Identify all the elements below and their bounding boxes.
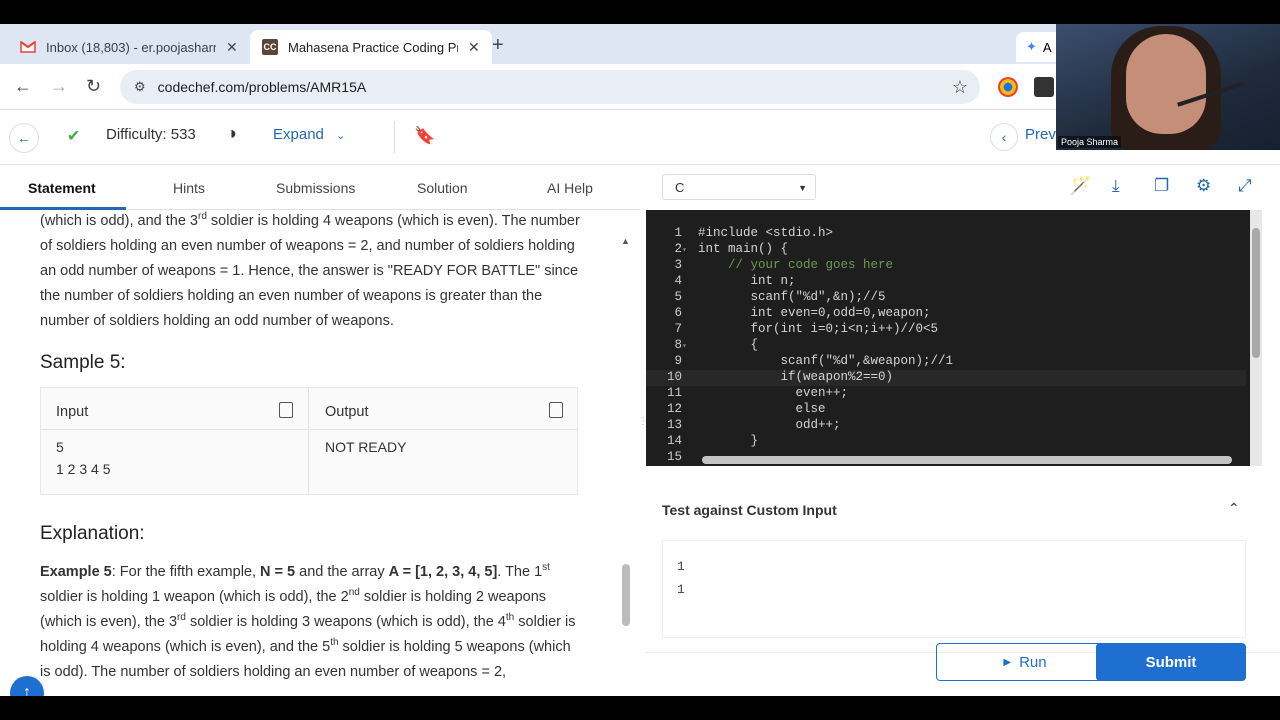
code-line: 1 #include <stdio.h> (674, 226, 834, 240)
statement-content: (which is odd), and the 3rd soldier is h… (40, 210, 580, 685)
custom-input-title: Test against Custom Input (662, 502, 837, 518)
code-line: 11 even++; (666, 386, 849, 400)
bottom-black-bar (0, 696, 1280, 720)
back-arrow-icon[interactable]: ← (14, 76, 32, 97)
code-line: 5 scanf("%d",&n);//5 (674, 290, 886, 304)
new-tab-icon[interactable]: + (492, 34, 504, 57)
chevron-down-icon: ⌄ (336, 130, 346, 142)
scroll-to-top-button[interactable]: ↑ (10, 676, 44, 696)
play-icon: ▶ (1003, 656, 1012, 668)
tab-solution[interactable]: Solution (417, 180, 468, 196)
code-line: 12 else (666, 402, 826, 416)
scroll-up-arrow[interactable]: ▲ (621, 236, 630, 246)
arrow-up-icon: ↑ (23, 684, 31, 696)
cc-icon: CC (262, 39, 278, 55)
address-bar[interactable]: ⚙ codechef.com/problems/AMR15A ☆ (120, 70, 980, 104)
settings-gear-icon[interactable]: ⚙ (1196, 176, 1211, 196)
webcam-overlay: Pooja Sharma (1056, 24, 1280, 150)
tab-title: Mahasena Practice Coding Prob (288, 39, 458, 55)
chevron-up-icon[interactable]: ⌃ (1228, 500, 1240, 517)
code-line: 4 int n; (674, 274, 796, 288)
code-line: 7 for(int i=0;i<n;i++)//0<5 (674, 322, 939, 336)
browser-tab-codechef[interactable]: CC Mahasena Practice Coding Prob ✕ (250, 30, 492, 64)
check-icon: ✔ (67, 128, 81, 145)
code-line: 9 scanf("%d",&weapon);//1 (674, 354, 954, 368)
code-line: 13 odd++; (666, 418, 841, 432)
expand-button[interactable]: Expand ⌄ (273, 126, 345, 143)
gmail-icon (20, 39, 36, 55)
expand-label: Expand (273, 126, 324, 143)
tab-title: Inbox (18,803) - er.poojasharma (46, 39, 216, 55)
sample-output-col: Output NOT READY (310, 388, 578, 494)
difficulty-label: Difficulty: 533 (106, 126, 196, 143)
editor-vertical-scrollbar[interactable] (1250, 210, 1262, 466)
explanation-paragraph: Example 5: For the fifth example, N = 5 … (40, 562, 576, 680)
magic-wand-icon[interactable]: 🪄 (1070, 176, 1091, 196)
top-black-bar (0, 0, 1280, 24)
tab-submissions[interactable]: Submissions (276, 180, 355, 196)
sample-input-col: Input 5 1 2 3 4 5 (41, 388, 309, 494)
forward-arrow-icon[interactable]: → (50, 76, 68, 97)
presenter-name: Pooja Sharma (1058, 136, 1122, 148)
copy-icon[interactable] (279, 402, 293, 418)
submit-button[interactable]: Submit (1096, 643, 1246, 681)
language-value: C (675, 180, 685, 195)
language-select[interactable]: C ▼ (662, 174, 816, 200)
chevron-left-icon[interactable]: ‹ (990, 123, 1018, 151)
browser-tab-gmail[interactable]: Inbox (18,803) - er.poojasharma ✕ (8, 30, 250, 64)
theme-toggle-icon[interactable]: ◑ (226, 123, 237, 144)
code-line: 14 } (666, 434, 759, 448)
code-line: 3 // your code goes here (674, 258, 894, 272)
horizontal-scrollbar[interactable] (702, 456, 1232, 464)
custom-input-field[interactable]: 1 1 (662, 540, 1246, 638)
site-info-icon[interactable]: ⚙ (134, 79, 146, 95)
code-line-current: 10 if(weapon%2==0) (646, 370, 1246, 386)
bookmark-icon[interactable]: 🔖 (414, 126, 435, 146)
prev-button[interactable]: Prev (1025, 126, 1056, 143)
problem-panel: Statement Hints Submissions Solution AI … (0, 166, 640, 696)
divider (394, 121, 395, 153)
code-line: 8▾ { (674, 338, 759, 352)
close-icon[interactable]: ✕ (468, 39, 480, 56)
back-arrow-icon[interactable]: ← (9, 123, 39, 153)
run-label: Run (1019, 653, 1047, 671)
scrollbar-thumb[interactable] (1252, 228, 1260, 358)
code-line: 2▾ int main() { (674, 242, 789, 256)
copy-icon[interactable] (549, 402, 563, 418)
caret-down-icon: ▼ (798, 183, 807, 193)
tab-ai-help[interactable]: AI Help (547, 180, 593, 196)
code-line: 6 int even=0,odd=0,weapon; (674, 306, 931, 320)
input-label: Input (56, 404, 89, 420)
close-icon[interactable]: ✕ (226, 39, 238, 56)
statement-tabs: Statement Hints Submissions Solution AI … (0, 166, 640, 210)
extension-icon[interactable] (998, 77, 1018, 97)
editor-panel: C ▼ 🪄 ⤓ ❐ ⚙ ⤢ 1 #include <stdio.h> 2▾ int … (646, 166, 1280, 696)
sample-title: Sample 5: (40, 352, 126, 373)
fullscreen-icon[interactable]: ⤢ (1238, 176, 1252, 196)
tab-hints[interactable]: Hints (173, 180, 205, 196)
code-editor[interactable]: 1 #include <stdio.h> 2▾ int main() { 3 // … (646, 210, 1250, 466)
reload-icon[interactable]: ↻ (86, 76, 101, 97)
tab-title: A (1042, 39, 1052, 55)
react-devtools-icon[interactable] (1034, 77, 1054, 97)
presenter-face (1126, 34, 1206, 134)
explanation-paragraph: (which is odd), and the 3rd soldier is h… (40, 211, 580, 329)
scrollbar-thumb[interactable] (622, 564, 630, 626)
download-icon[interactable]: ⤓ (1112, 176, 1120, 196)
action-bar: ▶ Run Submit (646, 643, 1280, 696)
sample-input-value: 5 1 2 3 4 5 (56, 439, 111, 477)
output-label: Output (325, 404, 369, 420)
window-icon[interactable]: ❐ (1154, 176, 1169, 196)
run-button[interactable]: ▶ Run (936, 643, 1114, 681)
url-text: codechef.com/problems/AMR15A (157, 79, 367, 95)
explanation-title: Explanation: (40, 523, 145, 544)
sample-box: Input 5 1 2 3 4 5 Output NOT READY (40, 387, 578, 495)
tab-statement[interactable]: Statement (28, 180, 96, 196)
sample-output-value: NOT READY (325, 439, 407, 455)
sparkle-icon: ✦ (1026, 39, 1037, 54)
bookmark-star-icon[interactable]: ☆ (940, 77, 980, 98)
